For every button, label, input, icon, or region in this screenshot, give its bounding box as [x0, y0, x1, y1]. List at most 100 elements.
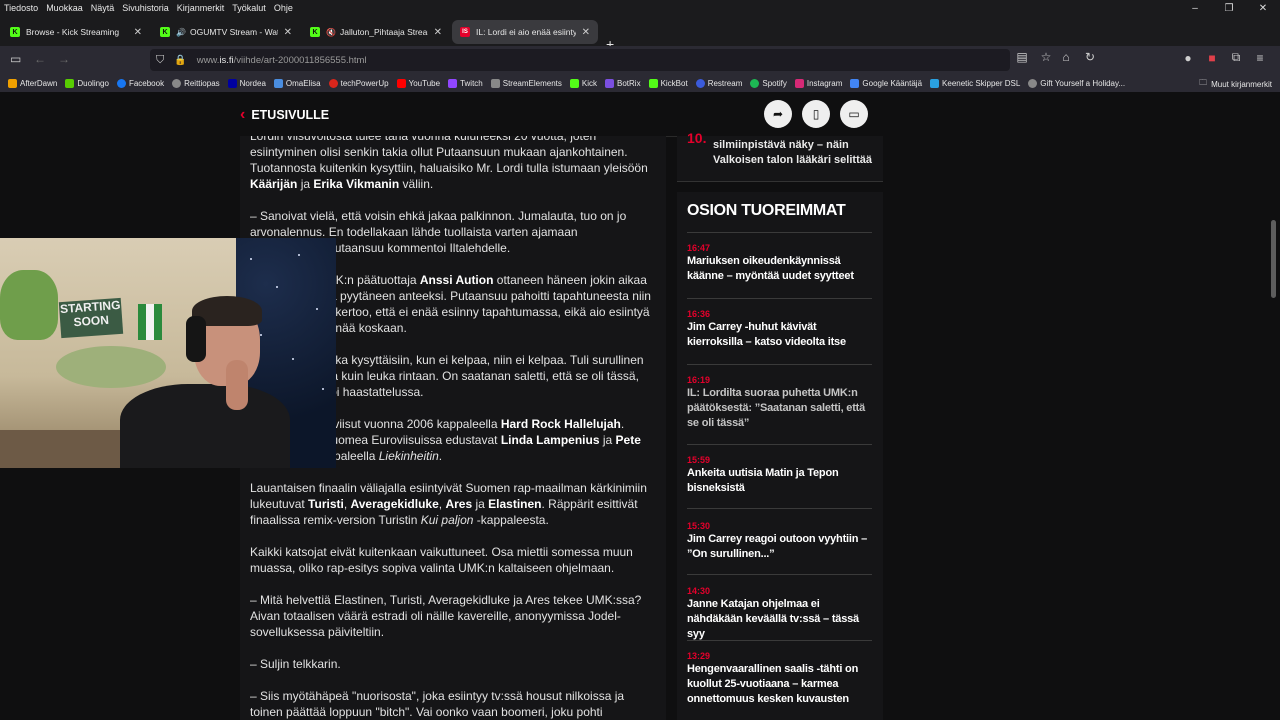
minimize-button[interactable]: – — [1178, 3, 1212, 14]
close-tab-icon[interactable]: ✕ — [134, 27, 142, 38]
text-run: – Mitä helvettiä Elastinen, Turisti, Ave… — [250, 593, 642, 639]
speaker-mute-icon[interactable]: 🔇 — [326, 28, 336, 37]
bookmark-keenetic[interactable]: Keenetic Skipper DSL — [930, 78, 1020, 88]
text-run: , — [343, 497, 351, 511]
bookmark-facebook[interactable]: Facebook — [116, 78, 164, 88]
close-tab-icon[interactable]: ✕ — [434, 27, 442, 38]
article-paragraph: Lordin viisuvoitosta tulee tänä vuonna k… — [250, 136, 654, 192]
comments-button[interactable]: ▭ — [840, 100, 868, 128]
text-run: Lordin viisuvoitosta tulee tänä vuonna k… — [250, 136, 648, 175]
news-item[interactable]: 15:30 Jim Carrey reagoi outoon vyyhtiin … — [687, 520, 872, 562]
text-run: ja — [472, 497, 489, 511]
bookmark-streamelements[interactable]: StreamElements — [490, 78, 562, 88]
bookmark-kick[interactable]: Kick — [569, 78, 597, 88]
forward-arrow-icon[interactable]: → — [58, 52, 70, 66]
bookmark-spotify[interactable]: Spotify — [750, 78, 787, 88]
menu-hamburger-icon[interactable]: ≡ — [1248, 51, 1272, 65]
lock-icon[interactable]: 🔒 — [174, 55, 186, 66]
restore-button[interactable]: ❐ — [1212, 3, 1246, 14]
bookmark-nordea[interactable]: Nordea — [227, 78, 266, 88]
star-dot — [250, 258, 252, 260]
bookmark-icon: ▯ — [812, 107, 820, 121]
back-to-frontpage-link[interactable]: ‹ ETUSIVULLE — [240, 106, 329, 124]
kick-icon: K — [160, 27, 170, 37]
menu-bookmarks[interactable]: Kirjanmerkit — [173, 3, 229, 13]
other-bookmarks[interactable]: 🗀 Muut kirjanmerkit — [1199, 77, 1272, 91]
bookmark-gift-holiday[interactable]: Gift Yourself a Holiday... — [1028, 78, 1125, 88]
most-read-item[interactable]: 10. silmiinpistävä näky – näin Valkoisen… — [677, 130, 883, 182]
menu-file[interactable]: Tiedosto — [0, 3, 42, 13]
menu-help[interactable]: Ohje — [270, 3, 297, 13]
news-item[interactable]: 15:59 Ankeita uutisia Matin ja Tepon bis… — [687, 454, 872, 496]
menu-view[interactable]: Näytä — [87, 3, 119, 13]
reader-view-icon[interactable]: ▤ — [1010, 50, 1034, 64]
close-tab-icon[interactable]: ✕ — [582, 27, 590, 38]
news-item[interactable]: 16:47 Mariuksen oikeudenkäynnissä käänne… — [687, 242, 872, 284]
news-item[interactable]: 16:36 Jim Carrey -huhut kävivät kierroks… — [687, 308, 872, 350]
bookmark-kickbot[interactable]: KickBot — [648, 78, 688, 88]
tab-title: Jalluton_Pihtaaja Stream - W — [339, 27, 428, 37]
sidebar-toggle-icon[interactable]: ▭ — [10, 52, 21, 66]
bookmark-instagram[interactable]: Instagram — [794, 78, 842, 88]
news-item[interactable]: 14:30 Janne Katajan ohjelmaa ei nähdäkää… — [687, 585, 872, 642]
techpowerup-icon — [328, 78, 338, 88]
extensions-icon[interactable]: ⧉ — [1224, 50, 1248, 65]
close-tab-icon[interactable]: ✕ — [284, 27, 292, 38]
bookmark-restream[interactable]: Restream — [695, 78, 742, 88]
bookmark-afterdawn[interactable]: AfterDawn — [8, 78, 57, 88]
text-run: . — [438, 449, 443, 463]
facebook-icon — [116, 78, 126, 88]
chevron-left-icon: ‹ — [240, 106, 246, 123]
bookmark-techpowerup[interactable]: techPowerUp — [328, 78, 389, 88]
page-scrollbar[interactable] — [1271, 220, 1276, 298]
speaker-icon[interactable]: 🔊 — [176, 28, 186, 37]
menu-edit[interactable]: Muokkaa — [42, 3, 87, 13]
bookmark-google-translate[interactable]: Google Kääntäjä — [850, 78, 922, 88]
reload-icon[interactable]: ↻ — [1078, 50, 1102, 64]
news-item-current[interactable]: 16:19 IL: Lordilta suoraa puhetta UMK:n … — [687, 374, 872, 431]
bookmark-duolingo[interactable]: Duolingo — [65, 78, 109, 88]
starting-soon-poster: STARTING SOON — [58, 297, 124, 339]
text-run: ja — [599, 433, 616, 447]
news-headline: Jim Carrey -huhut kävivät kierroksilla –… — [687, 321, 846, 348]
star-dot — [322, 388, 324, 390]
account-icon[interactable]: ● — [1176, 51, 1200, 65]
close-window-button[interactable]: ✕ — [1246, 3, 1280, 14]
address-bar[interactable]: ⛉ 🔒 www.is.fi/viihde/art-2000011856555.h… — [150, 49, 1010, 71]
bookmark-reittiopas[interactable]: Reittiopas — [172, 78, 220, 88]
home-icon[interactable]: ⌂ — [1054, 50, 1078, 64]
bookmark-twitch[interactable]: Twitch — [448, 78, 483, 88]
addon-icon[interactable]: ■ — [1200, 51, 1224, 65]
navigation-bar: ▭ ← → ⛉ 🔒 www.is.fi/viihde/art-200001185… — [0, 46, 1280, 74]
save-bookmark-button[interactable]: ▯ — [802, 100, 830, 128]
article-paragraph: Kaikki katsojat eivät kuitenkaan vaikutt… — [250, 544, 654, 576]
tab-ogumtv[interactable]: K 🔊 OGUMTV Stream - Watch L ✕ — [152, 20, 300, 44]
bookmark-botrix[interactable]: BotRix — [605, 78, 641, 88]
bookmark-youtube[interactable]: YouTube — [396, 78, 440, 88]
bold-name: Elastinen — [488, 497, 542, 511]
kick-icon: K — [310, 27, 320, 37]
tab-title: OGUMTV Stream - Watch L — [189, 27, 278, 37]
bookmark-omaelisa[interactable]: OmaElisa — [273, 78, 321, 88]
bold-name: Turisti — [308, 497, 344, 511]
tab-jalluton[interactable]: K 🔇 Jalluton_Pihtaaja Stream - W ✕ — [302, 20, 450, 44]
tab-title: Browse - Kick Streaming — [26, 27, 120, 37]
comment-icon: ▭ — [848, 107, 860, 121]
shield-icon[interactable]: ⛉ — [156, 54, 164, 67]
menu-tools[interactable]: Työkalut — [228, 3, 270, 13]
news-headline: Mariuksen oikeudenkäynnissä käänne – myö… — [687, 255, 854, 282]
share-button[interactable]: ➦ — [764, 100, 792, 128]
menu-history[interactable]: Sivuhistoria — [118, 3, 173, 13]
window-controls: – ❐ ✕ — [1178, 0, 1280, 16]
duolingo-icon — [65, 78, 75, 88]
news-time: 15:30 — [687, 521, 711, 531]
url-text[interactable]: www.is.fi/viihde/art-2000011856555.html — [197, 55, 367, 66]
back-arrow-icon[interactable]: ← — [34, 52, 46, 66]
bold-name: Averagekidluke — [350, 497, 439, 511]
tab-is-lordi[interactable]: IS IL: Lordi ei aio enää esiintyä UM ✕ — [452, 20, 598, 44]
tab-bar: K Browse - Kick Streaming ✕ K 🔊 OGUMTV S… — [0, 16, 1280, 52]
news-item[interactable]: 13:29 Hengenvaarallinen saalis -tähti on… — [687, 650, 872, 707]
tab-kick-browse[interactable]: K Browse - Kick Streaming ✕ — [2, 20, 150, 44]
text-run: ja — [297, 177, 314, 191]
globe-icon — [1028, 78, 1038, 88]
